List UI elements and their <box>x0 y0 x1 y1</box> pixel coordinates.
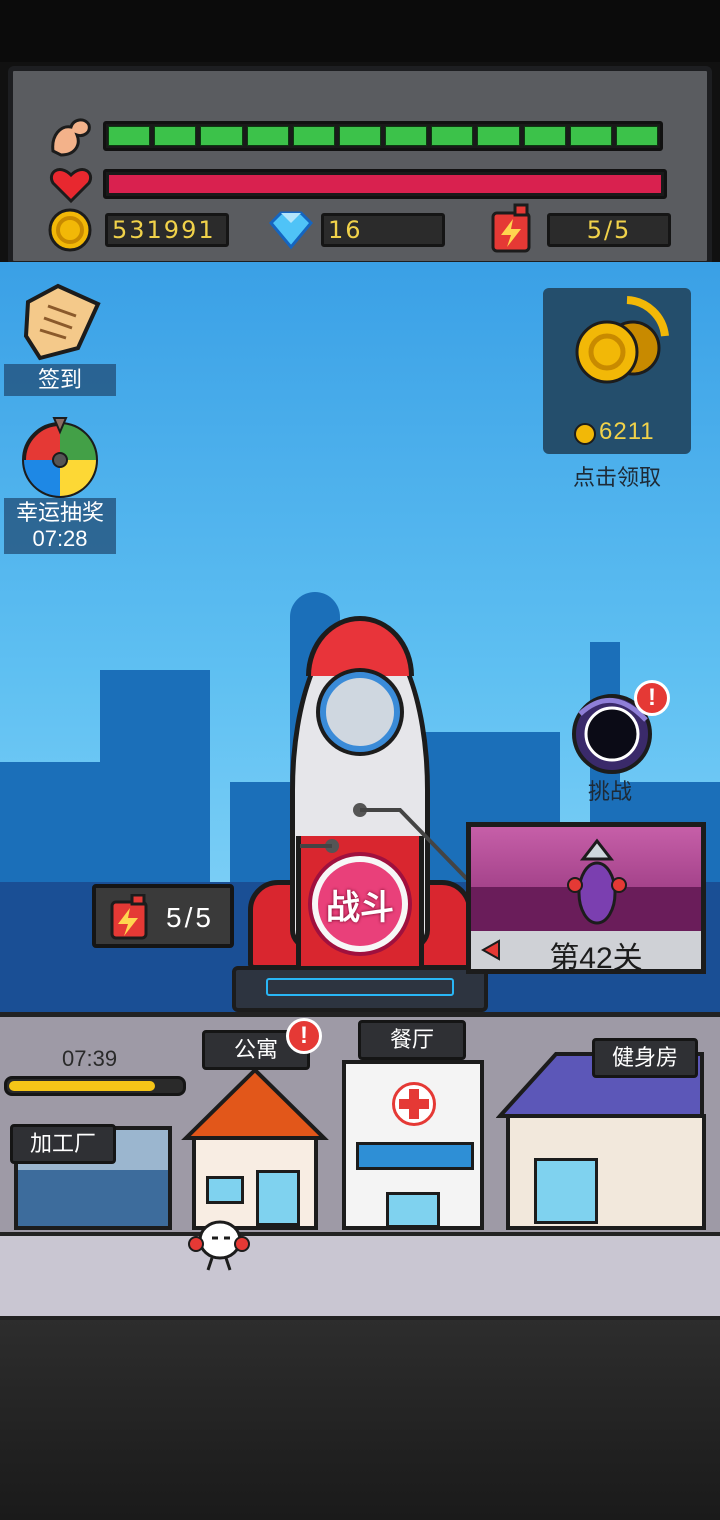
diamond-icon <box>268 211 314 250</box>
fuel-can-icon <box>110 894 148 940</box>
red-cross-icon <box>392 1082 436 1126</box>
coin-count: 531991 <box>105 213 229 247</box>
lucky-draw-button[interactable]: 幸运抽奖 07:28 <box>4 412 116 554</box>
strength-segment <box>108 126 151 146</box>
gem-count: 16 <box>321 213 445 247</box>
rocket-window <box>320 672 400 752</box>
sidewalk <box>0 1232 720 1316</box>
strength-bar <box>103 121 663 151</box>
gym-door <box>534 1158 598 1224</box>
strength-segment <box>154 126 197 146</box>
energy-count: 5/5 <box>547 213 671 247</box>
bottom-ground <box>0 1320 720 1520</box>
strength-segment <box>569 126 612 146</box>
strength-segment <box>385 126 428 146</box>
stage-label: 第42关 <box>549 942 643 975</box>
status-panel: 531991 16 5/5 <box>8 66 712 266</box>
small-coin-icon <box>574 423 596 445</box>
production-timer: 07:39 <box>62 1046 118 1071</box>
hp-bar <box>103 169 667 199</box>
fight-button[interactable]: 战斗 <box>312 856 408 952</box>
strength-segment <box>477 126 520 146</box>
restaurant-label[interactable]: 餐厅 <box>358 1020 466 1060</box>
strength-segment <box>523 126 566 146</box>
strength-segment <box>615 126 659 146</box>
launch-pad <box>232 966 488 1012</box>
challenge-button[interactable]: ! 挑战 <box>560 680 670 806</box>
lucky-draw-label-box: 幸运抽奖 07:28 <box>4 498 116 554</box>
muscle-arm-icon <box>51 118 91 157</box>
fight-energy-box: 5/5 <box>92 884 234 948</box>
strength-segment <box>338 126 382 146</box>
claim-caption: 点击领取 <box>572 465 661 490</box>
production-progress-fill <box>9 1081 156 1091</box>
restaurant-sign-stripe <box>356 1142 474 1170</box>
arrow-left-icon[interactable] <box>481 939 501 961</box>
eggplant-boss-icon <box>567 838 627 925</box>
hp-fill <box>109 175 661 193</box>
restaurant-door <box>386 1192 440 1228</box>
apartment-window <box>206 1176 244 1204</box>
idle-reward-panel[interactable]: 6211 <box>543 288 691 454</box>
gym-label[interactable]: 健身房 <box>592 1038 698 1078</box>
apartment-alert-icon: ! <box>286 1018 322 1054</box>
stage-label-bar: 第42关 <box>471 931 701 975</box>
reward-amount: 6211 <box>599 418 655 445</box>
scroll-icon <box>23 283 101 361</box>
gym-building[interactable] <box>506 1114 706 1230</box>
fight-energy-value: 5/5 <box>166 902 214 933</box>
apartment-roof <box>181 1067 329 1140</box>
strength-segment <box>292 126 335 146</box>
lucky-draw-label: 幸运抽奖 <box>15 500 104 525</box>
strength-segment <box>246 126 289 146</box>
coin-icon <box>48 208 92 252</box>
checkin-label: 签到 <box>4 364 116 396</box>
strength-segment <box>200 126 243 146</box>
stage-card[interactable]: 第42关 <box>466 822 706 975</box>
restaurant-building[interactable] <box>342 1060 484 1230</box>
checkin-button[interactable]: 签到 <box>4 280 116 396</box>
challenge-alert-icon: ! <box>634 680 670 716</box>
player-character-icon <box>188 1220 250 1271</box>
top-bar <box>0 0 720 62</box>
prize-wheel-icon <box>22 417 98 498</box>
coin-stack-icon <box>575 296 669 384</box>
challenge-label: 挑战 <box>587 779 632 804</box>
production-progress <box>4 1076 186 1096</box>
apartment-door <box>256 1170 300 1226</box>
launch-pad-circuit <box>266 978 454 996</box>
heart-icon <box>50 168 92 204</box>
factory-shutter <box>18 1170 168 1226</box>
fuel-can-icon <box>491 203 531 253</box>
stage-preview <box>471 827 701 931</box>
strength-segment <box>431 126 474 146</box>
factory-label[interactable]: 加工厂 <box>10 1124 116 1164</box>
lucky-draw-timer: 07:28 <box>32 526 88 551</box>
